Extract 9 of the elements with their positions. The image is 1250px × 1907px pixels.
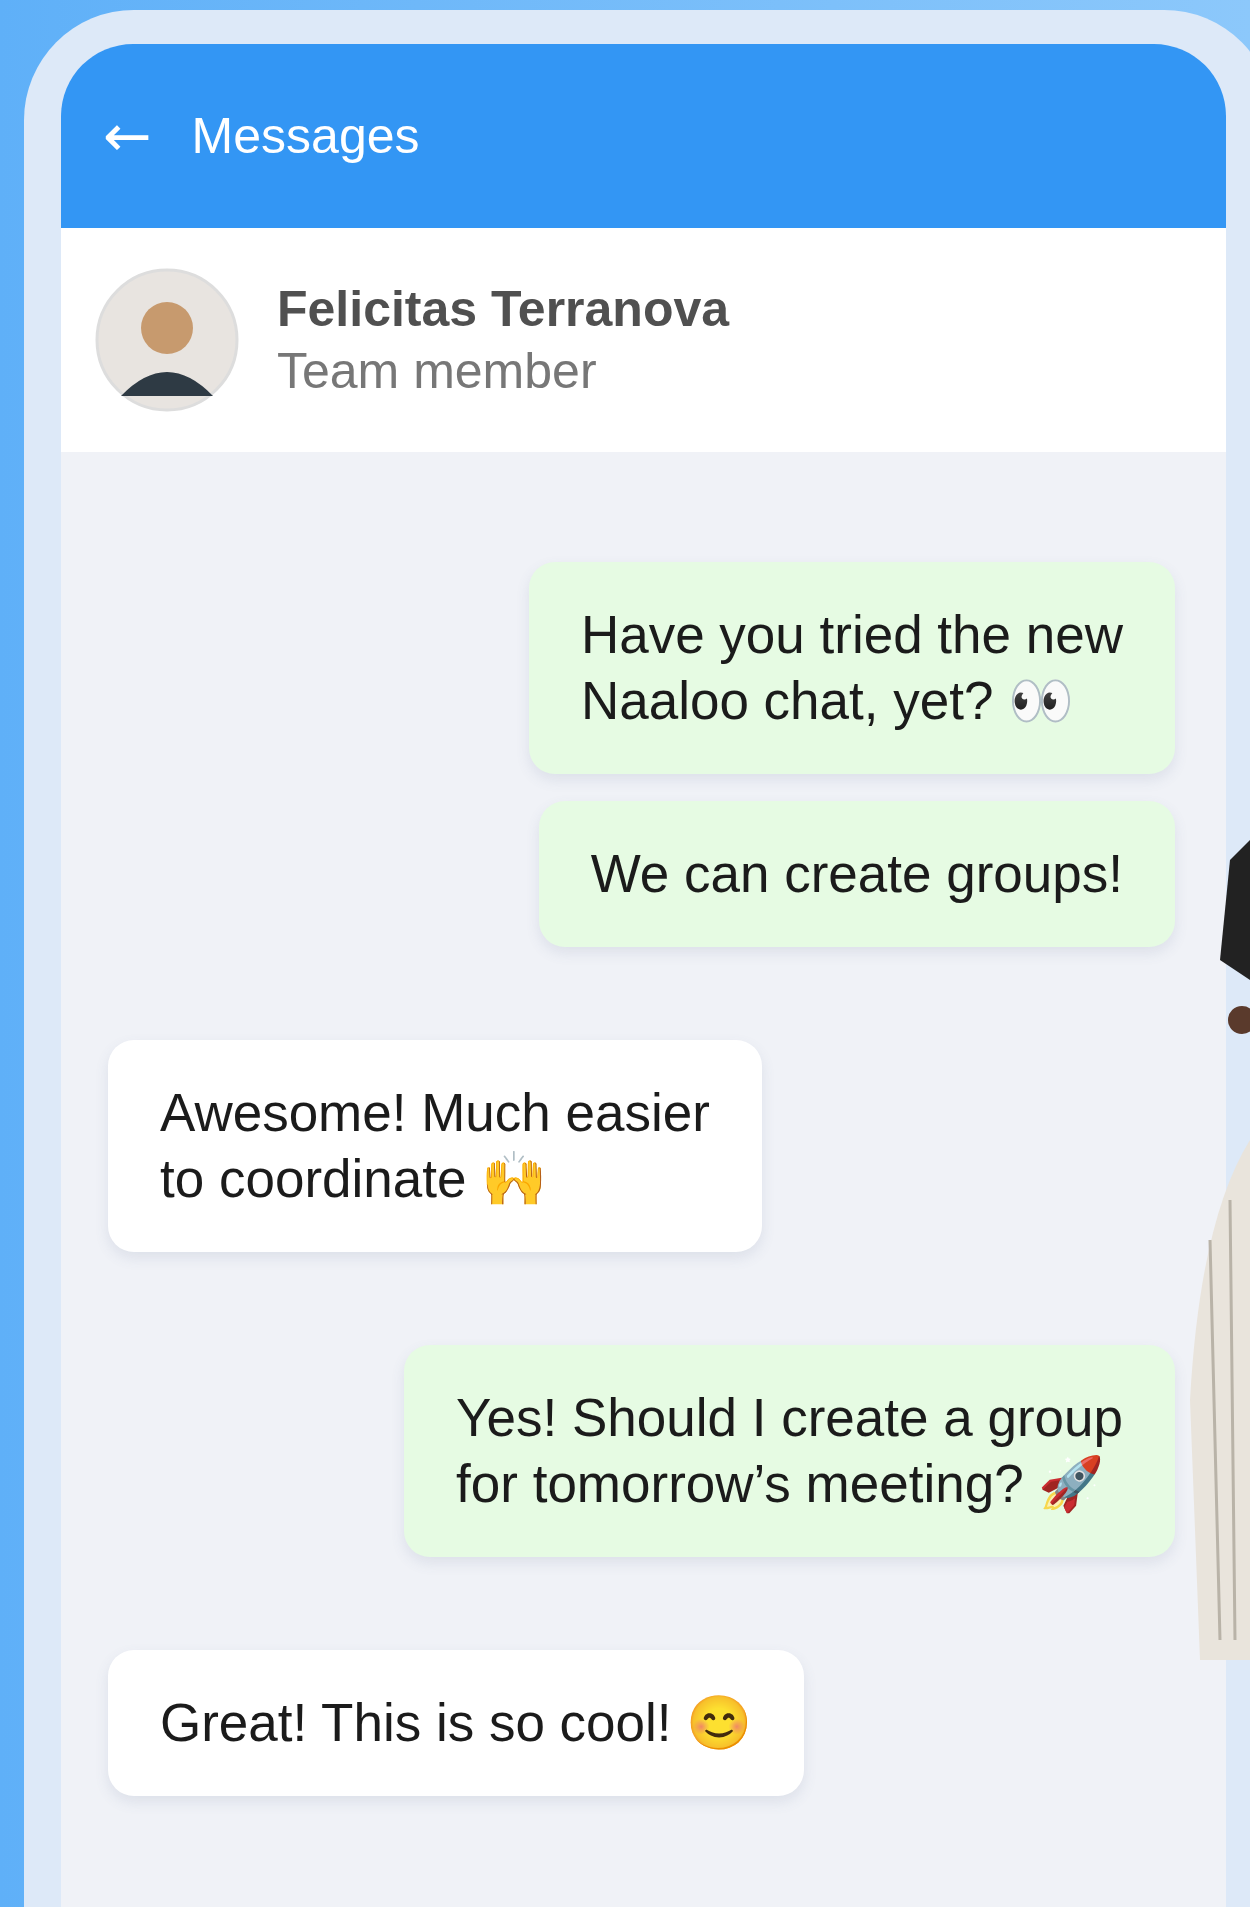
sent-message: Have you tried the new Naaloo chat, yet? 👀 bbox=[528, 562, 1175, 774]
received-message: Great! This is so cool! 😊 bbox=[108, 1650, 805, 1796]
header-title: Messages bbox=[191, 107, 420, 165]
contact-role: Team member bbox=[277, 342, 598, 400]
back-button[interactable]: ← bbox=[103, 107, 152, 165]
sent-message: Yes! Should I create a group for tomorrow’s meeting? 🚀 bbox=[404, 1345, 1175, 1557]
contact-name: Felicitas Terranova bbox=[277, 280, 730, 338]
received-message: Awesome! Much easier to coordinate 🙌 bbox=[108, 1040, 762, 1252]
sent-message: We can create groups! bbox=[538, 801, 1175, 947]
